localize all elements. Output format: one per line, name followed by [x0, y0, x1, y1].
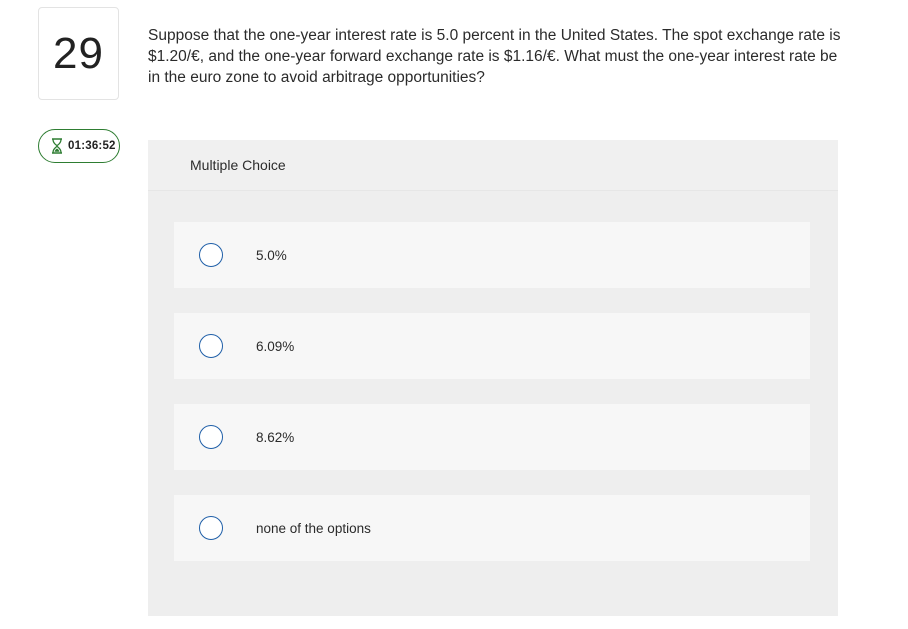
- choice-type-label: Multiple Choice: [148, 140, 838, 191]
- option-label: none of the options: [256, 520, 371, 536]
- timer-value: 01:36:52: [68, 140, 116, 152]
- option-label: 5.0%: [256, 247, 287, 263]
- question-number: 29: [38, 7, 119, 100]
- radio-button[interactable]: [199, 243, 223, 267]
- option-label: 6.09%: [256, 338, 295, 354]
- multiple-choice-panel: Multiple Choice 5.0% 6.09% 8.62% none of…: [148, 140, 838, 616]
- question-text: Suppose that the one-year interest rate …: [148, 27, 841, 86]
- option-2[interactable]: 6.09%: [174, 313, 810, 379]
- option-1[interactable]: 5.0%: [174, 222, 810, 288]
- options-list: 5.0% 6.09% 8.62% none of the options: [148, 191, 838, 616]
- radio-button[interactable]: [199, 425, 223, 449]
- option-4[interactable]: none of the options: [174, 495, 810, 561]
- radio-button[interactable]: [199, 516, 223, 540]
- quiz-page: 29 Suppose that the one-year interest ra…: [0, 0, 908, 629]
- option-label: 8.62%: [256, 429, 295, 445]
- option-3[interactable]: 8.62%: [174, 404, 810, 470]
- timer-badge: 01:36:52: [38, 129, 120, 163]
- radio-button[interactable]: [199, 334, 223, 358]
- hourglass-icon: [52, 138, 62, 154]
